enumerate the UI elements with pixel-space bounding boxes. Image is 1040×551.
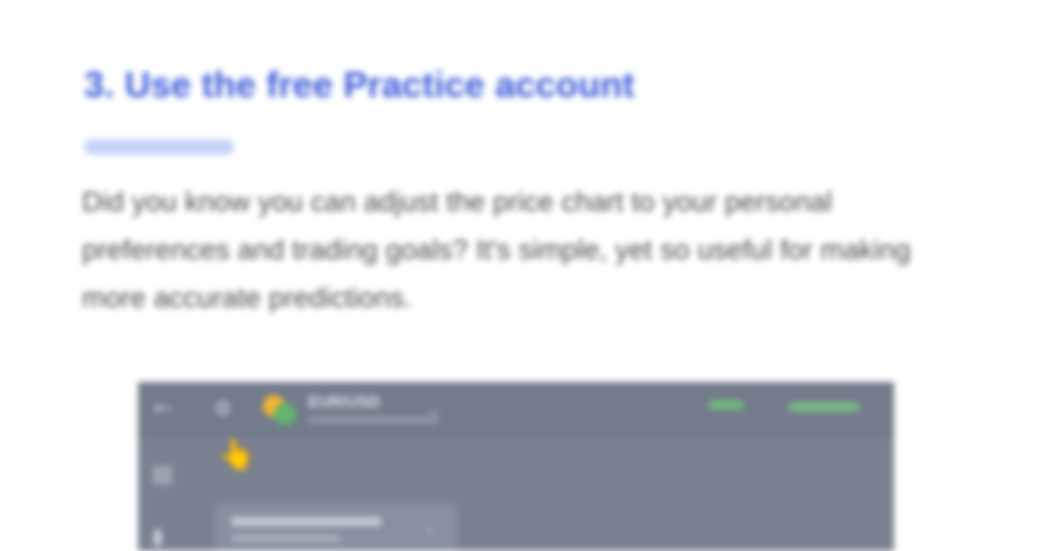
section-body: Did you know you can adjust the price ch… — [82, 186, 911, 313]
pointing-hand-icon: 👆 — [218, 438, 256, 471]
asset-selector: ⌄ — [216, 504, 456, 551]
buy-price-badge — [788, 402, 860, 412]
price-change-badge — [708, 400, 744, 410]
bookmark-icon: ▮ — [152, 524, 164, 548]
asset-selector-label — [231, 517, 381, 526]
section-title: 3. Use the free Practice account — [84, 64, 635, 105]
settings-icon: ⚙ — [214, 396, 232, 420]
title-underline — [84, 139, 234, 155]
app-screenshot: ← ⚙ EUR/USD ⌄ ▤ ▮ ⌄ 👆 — [138, 382, 894, 551]
asset-subtitle — [308, 416, 438, 424]
asset-selector-sub — [231, 535, 341, 542]
chevron-down-icon: ⌄ — [428, 400, 442, 419]
screenshot-toolbar: ← ⚙ EUR/USD ⌄ — [138, 382, 894, 441]
chart-icon: ▤ — [152, 462, 173, 487]
article-page: 3. Use the free Practice account Did you… — [0, 0, 1040, 551]
asset-name: EUR/USD — [308, 394, 381, 411]
back-arrow-icon: ← — [154, 396, 173, 421]
chevron-down-icon: ⌄ — [423, 517, 437, 536]
currency-pair-icon — [260, 392, 300, 432]
